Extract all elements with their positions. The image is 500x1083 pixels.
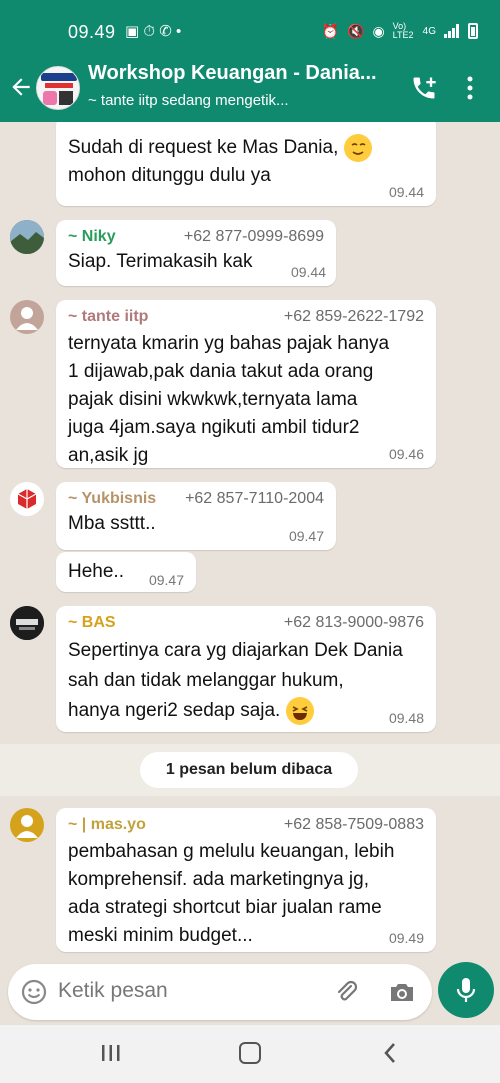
message-text: Sudah di request ke Mas Dania, mohon dit…	[68, 134, 424, 190]
typing-status: ~ tante iitp sedang mengetik...	[88, 92, 289, 109]
mic-button[interactable]	[438, 962, 494, 1018]
message-bubble[interactable]: ~ BAS +62 813-9000-9876 Sepertinya cara …	[56, 606, 436, 732]
avatar-default[interactable]	[10, 300, 44, 334]
message-text: Mba ssttt..	[68, 513, 156, 534]
message-bubble[interactable]: ~ Niky +62 877-0999-8699 Siap. Terimakas…	[56, 220, 336, 286]
message-bubble[interactable]: Hehe.. 09.47	[56, 552, 196, 592]
nav-recent-icon[interactable]	[100, 1043, 122, 1063]
message-time: 09.46	[388, 446, 424, 462]
system-icons: ⏰ 🔇 ◉ Vo) LTE2 4G	[322, 22, 478, 40]
system-navigation-bar	[0, 1025, 500, 1083]
message-sender: ~ Yukbisnis +62 857-7110-2004	[68, 490, 324, 507]
mic-icon	[456, 978, 476, 1002]
message-time: 09.47	[288, 528, 324, 544]
emoji-icon[interactable]	[20, 978, 48, 1006]
message-time: 09.44	[388, 184, 424, 200]
alarm-icon: ⏰	[321, 22, 339, 39]
message-text: pembahasan g melulu keuangan, lebih komp…	[68, 841, 395, 946]
avatar-yukbisnis[interactable]	[10, 482, 44, 516]
add-call-icon[interactable]	[410, 74, 438, 102]
status-bar: 09.49 ▣ ⏱ ✆ • ⏰ 🔇 ◉ Vo) LTE2 4G	[0, 0, 500, 62]
unread-banner: 1 pesan belum dibaca	[140, 752, 358, 788]
message-text: Sepertinya cara yg diajarkan Dek Dania s…	[68, 636, 424, 726]
mute-icon: 🔇	[347, 22, 365, 39]
message-time: 09.44	[290, 264, 326, 280]
message-bubble[interactable]: ~ tante iitp +62 859-2622-1792 ternyata …	[56, 300, 436, 468]
message-time: 09.47	[148, 572, 184, 588]
message-sender: ~ Niky +62 877-0999-8699	[68, 228, 324, 245]
message-sender: ~ tante iitp +62 859-2622-1792	[68, 308, 424, 325]
message-bubble[interactable]: ~ Yukbisnis +62 857-7110-2004 Mba ssttt.…	[56, 482, 336, 550]
message-sender: ~ BAS +62 813-9000-9876	[68, 614, 424, 631]
network-label: Vo) LTE2	[392, 21, 414, 40]
camera-icon[interactable]	[388, 979, 416, 1005]
avatar-bas[interactable]	[10, 606, 44, 640]
message-bubble[interactable]: ~ | mas.yo +62 858-7509-0883 pembahasan …	[56, 808, 436, 952]
group-avatar[interactable]	[36, 66, 80, 110]
back-arrow-icon[interactable]	[8, 74, 34, 100]
signal-icon	[444, 24, 460, 38]
menu-dots-icon[interactable]	[464, 74, 476, 102]
message-bubble[interactable]: Sudah di request ke Mas Dania, mohon dit…	[56, 122, 436, 206]
laughing-emoji-icon	[285, 696, 314, 725]
message-sender: ~ | mas.yo +62 858-7509-0883	[68, 816, 424, 833]
nav-home-icon[interactable]	[239, 1042, 261, 1064]
battery-icon	[468, 23, 478, 39]
avatar-default[interactable]	[10, 808, 44, 842]
message-time: 09.48	[388, 710, 424, 726]
message-list[interactable]: Sudah di request ke Mas Dania, mohon dit…	[0, 122, 500, 960]
message-input[interactable]: Ketik pesan	[58, 979, 168, 1003]
notification-icons: ▣ ⏱ ✆ •	[125, 23, 182, 40]
message-text: ternyata kmarin yg bahas pajak hanya 1 d…	[68, 333, 390, 466]
status-time: 09.49	[68, 22, 116, 42]
relieved-emoji-icon	[343, 134, 372, 162]
wifi-icon: ◉	[372, 22, 385, 39]
message-text: Siap. Terimakasih kak	[68, 251, 253, 272]
nav-back-icon[interactable]	[381, 1041, 399, 1065]
message-composer[interactable]: Ketik pesan	[8, 964, 432, 1020]
message-time: 09.49	[388, 930, 424, 946]
app-bar: 09.49 ▣ ⏱ ✆ • ⏰ 🔇 ◉ Vo) LTE2 4G Workshop…	[0, 0, 500, 122]
attach-icon[interactable]	[334, 978, 360, 1006]
network-type: 4G	[422, 25, 436, 37]
chat-title[interactable]: Workshop Keuangan - Dania...	[88, 62, 377, 85]
avatar-niky[interactable]	[10, 220, 44, 254]
